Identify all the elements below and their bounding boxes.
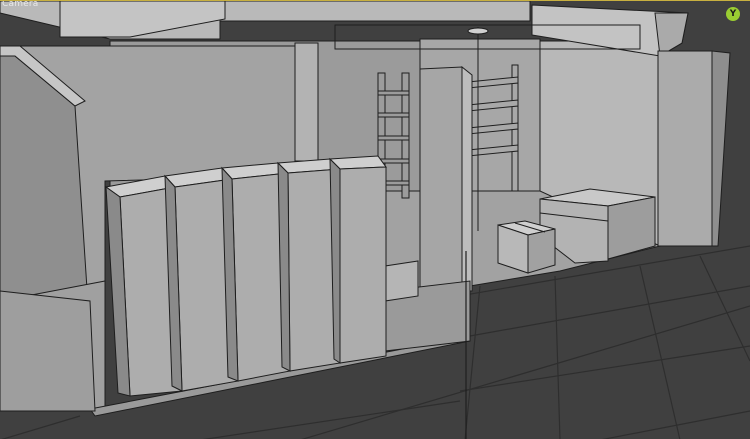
step-block xyxy=(384,260,419,302)
small-crate xyxy=(497,220,556,274)
left-room-floor-front xyxy=(0,290,96,412)
viewport-label: Camera xyxy=(2,0,39,9)
room-scene[interactable] xyxy=(0,1,750,439)
axis-gizmo-icon[interactable]: Y xyxy=(726,7,740,21)
right-column-side xyxy=(711,50,731,247)
camera-viewport[interactable]: Camera Y xyxy=(0,0,750,439)
ac-unit-front xyxy=(654,12,689,57)
big-pillar-side xyxy=(461,65,473,292)
right-column xyxy=(657,50,713,247)
locker-row xyxy=(104,155,387,397)
center-partition xyxy=(294,42,319,162)
